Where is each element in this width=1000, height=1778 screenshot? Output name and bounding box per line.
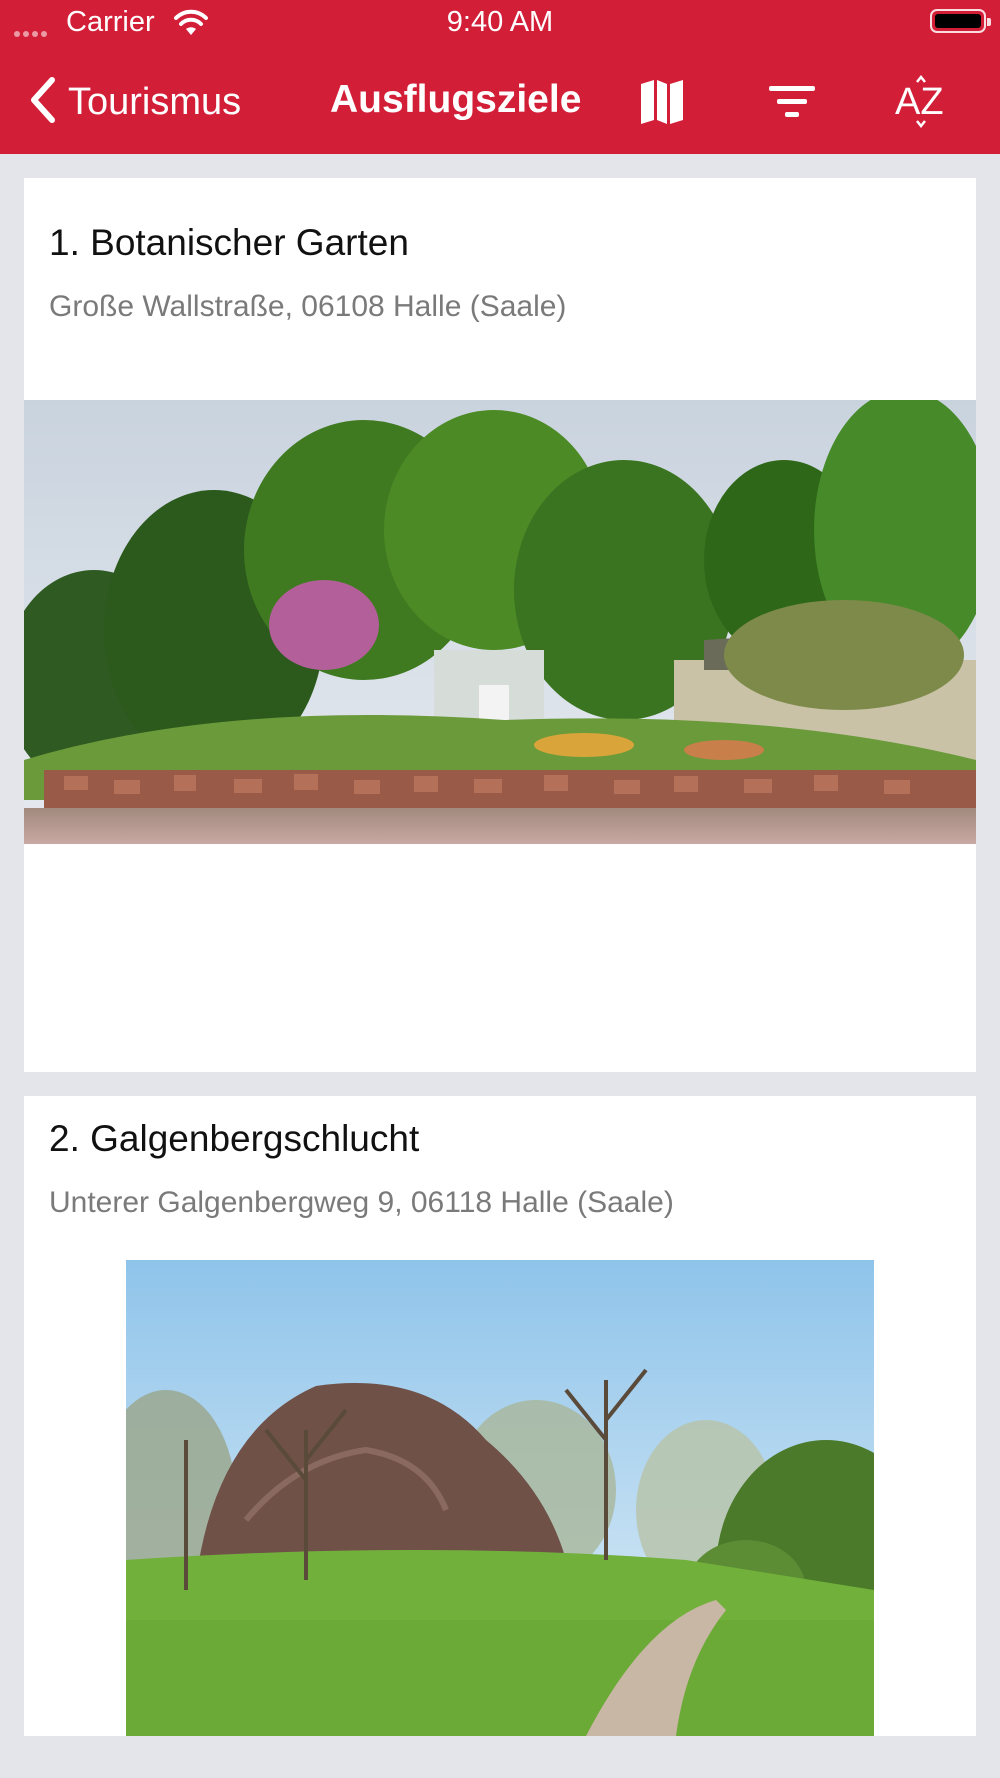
garden-photo xyxy=(24,400,976,844)
item-title: 1. Botanischer Garten xyxy=(49,222,409,263)
battery-icon xyxy=(930,9,991,33)
back-button-label: Tourismus xyxy=(68,80,242,123)
list-item[interactable]: 2. Galgenbergschlucht Unterer Galgenberg… xyxy=(24,1096,976,1736)
item-title: 2. Galgenbergschlucht xyxy=(49,1118,420,1159)
sort-az-label: AZ xyxy=(895,81,944,123)
sort-az-icon[interactable]: AZ xyxy=(892,74,952,129)
chevron-left-icon xyxy=(28,76,58,129)
app-header: Carrier 9:40 AM Tourismus Ausflugsziele xyxy=(0,0,1000,154)
page-title: Ausflugsziele xyxy=(330,78,582,121)
back-button[interactable]: Tourismus xyxy=(28,76,241,128)
navigation-bar: Tourismus Ausflugsziele AZ xyxy=(0,60,1000,144)
status-time: 9:40 AM xyxy=(446,6,554,38)
list-item[interactable]: 1. Botanischer Garten Große Wallstraße, … xyxy=(24,178,976,1072)
item-address: Große Wallstraße, 06108 Halle (Saale) xyxy=(49,290,567,323)
status-bar: Carrier 9:40 AM xyxy=(0,0,1000,48)
map-icon[interactable] xyxy=(632,76,692,128)
rock-gorge-photo xyxy=(126,1260,874,1736)
filter-icon[interactable] xyxy=(762,76,822,128)
item-address: Unterer Galgenbergweg 9, 06118 Halle (Sa… xyxy=(49,1186,674,1219)
